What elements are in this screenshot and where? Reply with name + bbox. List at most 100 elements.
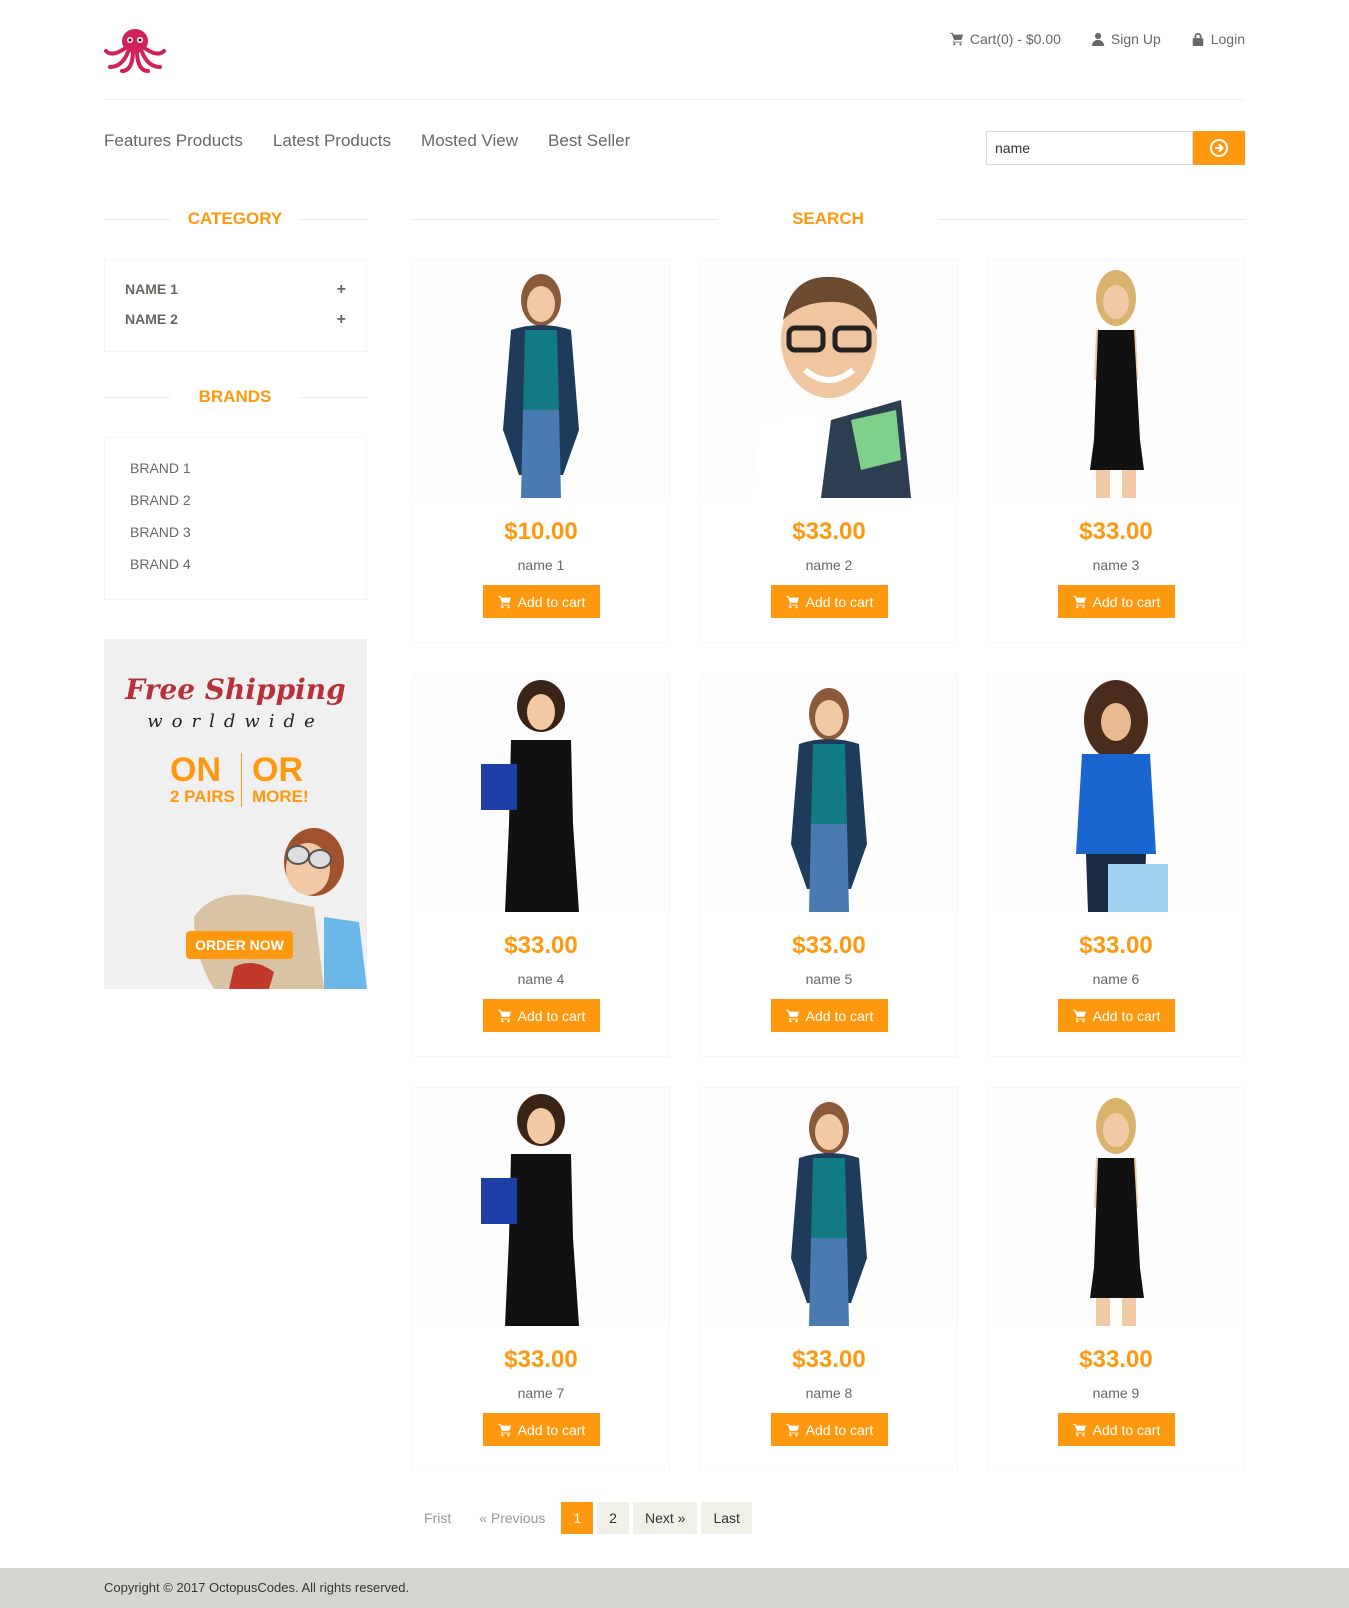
add-to-cart-button[interactable]: Add to cart bbox=[483, 585, 600, 618]
add-to-cart-button[interactable]: Add to cart bbox=[1058, 585, 1175, 618]
product-card: $10.00 name 1 Add to cart bbox=[412, 259, 670, 643]
menu-mosted-view[interactable]: Mosted View bbox=[421, 131, 518, 151]
brands-title-line-left bbox=[104, 397, 170, 398]
product-card: $33.00 name 6 Add to cart bbox=[987, 673, 1245, 1057]
product-image[interactable] bbox=[988, 1088, 1244, 1326]
free-shipping-banner[interactable]: Free Shipping worldwide ON 2 PAIRS OR MO… bbox=[104, 639, 367, 989]
search-title: SEARCH bbox=[792, 209, 864, 228]
category-item[interactable]: NAME 2 + bbox=[125, 311, 346, 329]
product-price: $33.00 bbox=[1079, 518, 1153, 545]
category-title-line-right bbox=[300, 219, 367, 220]
add-to-cart-label: Add to cart bbox=[517, 1421, 586, 1438]
add-to-cart-button[interactable]: Add to cart bbox=[1058, 999, 1175, 1032]
pagination: Frist « Previous 1 2 Next » Last bbox=[412, 1502, 752, 1534]
product-name: name 4 bbox=[517, 971, 565, 987]
product-image[interactable] bbox=[701, 260, 957, 498]
add-to-cart-label: Add to cart bbox=[805, 1421, 874, 1438]
category-title-line-left bbox=[104, 219, 170, 220]
menu-latest-products[interactable]: Latest Products bbox=[273, 131, 391, 151]
add-to-cart-label: Add to cart bbox=[805, 593, 874, 610]
product-name: name 2 bbox=[805, 557, 853, 573]
product-card: $33.00 name 7 Add to cart bbox=[412, 1087, 670, 1471]
login-link[interactable]: Login bbox=[1191, 31, 1245, 47]
page-link-1[interactable]: 1 bbox=[561, 1502, 594, 1534]
cart-icon bbox=[1072, 595, 1086, 608]
next-page-link[interactable]: Next » bbox=[632, 1502, 698, 1534]
plus-icon[interactable]: + bbox=[337, 281, 346, 299]
add-to-cart-button[interactable]: Add to cart bbox=[771, 585, 888, 618]
copyright-text: Copyright © 2017 OctopusCodes. All right… bbox=[104, 1580, 410, 1595]
signup-link[interactable]: Sign Up bbox=[1091, 31, 1161, 47]
brand-link[interactable]: BRAND 4 bbox=[130, 556, 191, 572]
product-image[interactable] bbox=[988, 260, 1244, 498]
last-page-link[interactable]: Last bbox=[701, 1502, 752, 1534]
add-to-cart-button[interactable]: Add to cart bbox=[771, 1413, 888, 1446]
product-card: $33.00 name 8 Add to cart bbox=[700, 1087, 958, 1471]
add-to-cart-button[interactable]: Add to cart bbox=[1058, 1413, 1175, 1446]
order-now-button[interactable]: ORDER NOW bbox=[186, 931, 293, 959]
banner-subline: worldwide bbox=[147, 711, 324, 732]
add-to-cart-label: Add to cart bbox=[1092, 593, 1161, 610]
add-to-cart-label: Add to cart bbox=[805, 1007, 874, 1024]
banner-on: ON bbox=[170, 751, 221, 789]
header-divider bbox=[104, 99, 1245, 100]
add-to-cart-button[interactable]: Add to cart bbox=[771, 999, 888, 1032]
search-input[interactable] bbox=[986, 131, 1193, 165]
cart-icon bbox=[497, 595, 511, 608]
cart-icon bbox=[1072, 1009, 1086, 1022]
add-to-cart-label: Add to cart bbox=[517, 593, 586, 610]
cart-icon bbox=[785, 1009, 799, 1022]
product-image[interactable] bbox=[988, 674, 1244, 912]
product-image[interactable] bbox=[701, 674, 957, 912]
login-label: Login bbox=[1210, 31, 1245, 47]
product-image[interactable] bbox=[413, 1088, 669, 1326]
product-card: $33.00 name 3 Add to cart bbox=[987, 259, 1245, 643]
product-image[interactable] bbox=[413, 674, 669, 912]
signup-label: Sign Up bbox=[1110, 31, 1161, 47]
first-page-link[interactable]: Frist bbox=[412, 1502, 463, 1534]
user-icon bbox=[1091, 32, 1105, 46]
banner-headline: Free Shipping bbox=[125, 673, 346, 706]
footer: Copyright © 2017 OctopusCodes. All right… bbox=[0, 1568, 1349, 1608]
product-name: name 7 bbox=[517, 1385, 565, 1401]
product-image[interactable] bbox=[413, 260, 669, 498]
category-title: CATEGORY bbox=[187, 209, 283, 228]
banner-or: OR bbox=[252, 751, 303, 789]
product-image[interactable] bbox=[701, 1088, 957, 1326]
product-price: $10.00 bbox=[504, 518, 578, 545]
page-link-2[interactable]: 2 bbox=[597, 1502, 629, 1534]
brand-link[interactable]: BRAND 1 bbox=[130, 460, 191, 476]
previous-page-link[interactable]: « Previous bbox=[467, 1502, 557, 1534]
search-button[interactable] bbox=[1193, 131, 1245, 165]
banner-pairs: 2 PAIRS bbox=[170, 787, 235, 806]
brands-panel: BRAND 1 BRAND 2 BRAND 3 BRAND 4 bbox=[104, 437, 367, 600]
banner-divider bbox=[241, 753, 242, 807]
product-card: $33.00 name 5 Add to cart bbox=[700, 673, 958, 1057]
menu-features-products[interactable]: Features Products bbox=[104, 131, 243, 151]
add-to-cart-label: Add to cart bbox=[1092, 1007, 1161, 1024]
brands-title-line-right bbox=[300, 397, 367, 398]
plus-icon[interactable]: + bbox=[337, 311, 346, 329]
cart-link[interactable]: Cart(0) - $0.00 bbox=[949, 31, 1061, 47]
menu-best-seller[interactable]: Best Seller bbox=[548, 131, 630, 151]
octopus-logo[interactable] bbox=[104, 27, 166, 73]
product-card: $33.00 name 9 Add to cart bbox=[987, 1087, 1245, 1471]
brand-link[interactable]: BRAND 3 bbox=[130, 524, 191, 540]
category-label: NAME 1 bbox=[125, 281, 178, 297]
product-price: $33.00 bbox=[504, 1346, 578, 1373]
category-label: NAME 2 bbox=[125, 311, 178, 327]
top-links: Cart(0) - $0.00 Sign Up Login bbox=[949, 31, 1245, 47]
product-card: $33.00 name 4 Add to cart bbox=[412, 673, 670, 1057]
add-to-cart-button[interactable]: Add to cart bbox=[483, 999, 600, 1032]
category-item[interactable]: NAME 1 + bbox=[125, 281, 346, 299]
product-name: name 6 bbox=[1092, 971, 1140, 987]
category-panel: NAME 1 + NAME 2 + bbox=[104, 259, 367, 352]
cart-icon bbox=[785, 1423, 799, 1436]
product-price: $33.00 bbox=[792, 1346, 866, 1373]
brand-link[interactable]: BRAND 2 bbox=[130, 492, 191, 508]
cart-icon bbox=[1072, 1423, 1086, 1436]
add-to-cart-button[interactable]: Add to cart bbox=[483, 1413, 600, 1446]
search-title-line-right bbox=[938, 219, 1245, 220]
product-card: $33.00 name 2 Add to cart bbox=[700, 259, 958, 643]
product-name: name 1 bbox=[517, 557, 565, 573]
